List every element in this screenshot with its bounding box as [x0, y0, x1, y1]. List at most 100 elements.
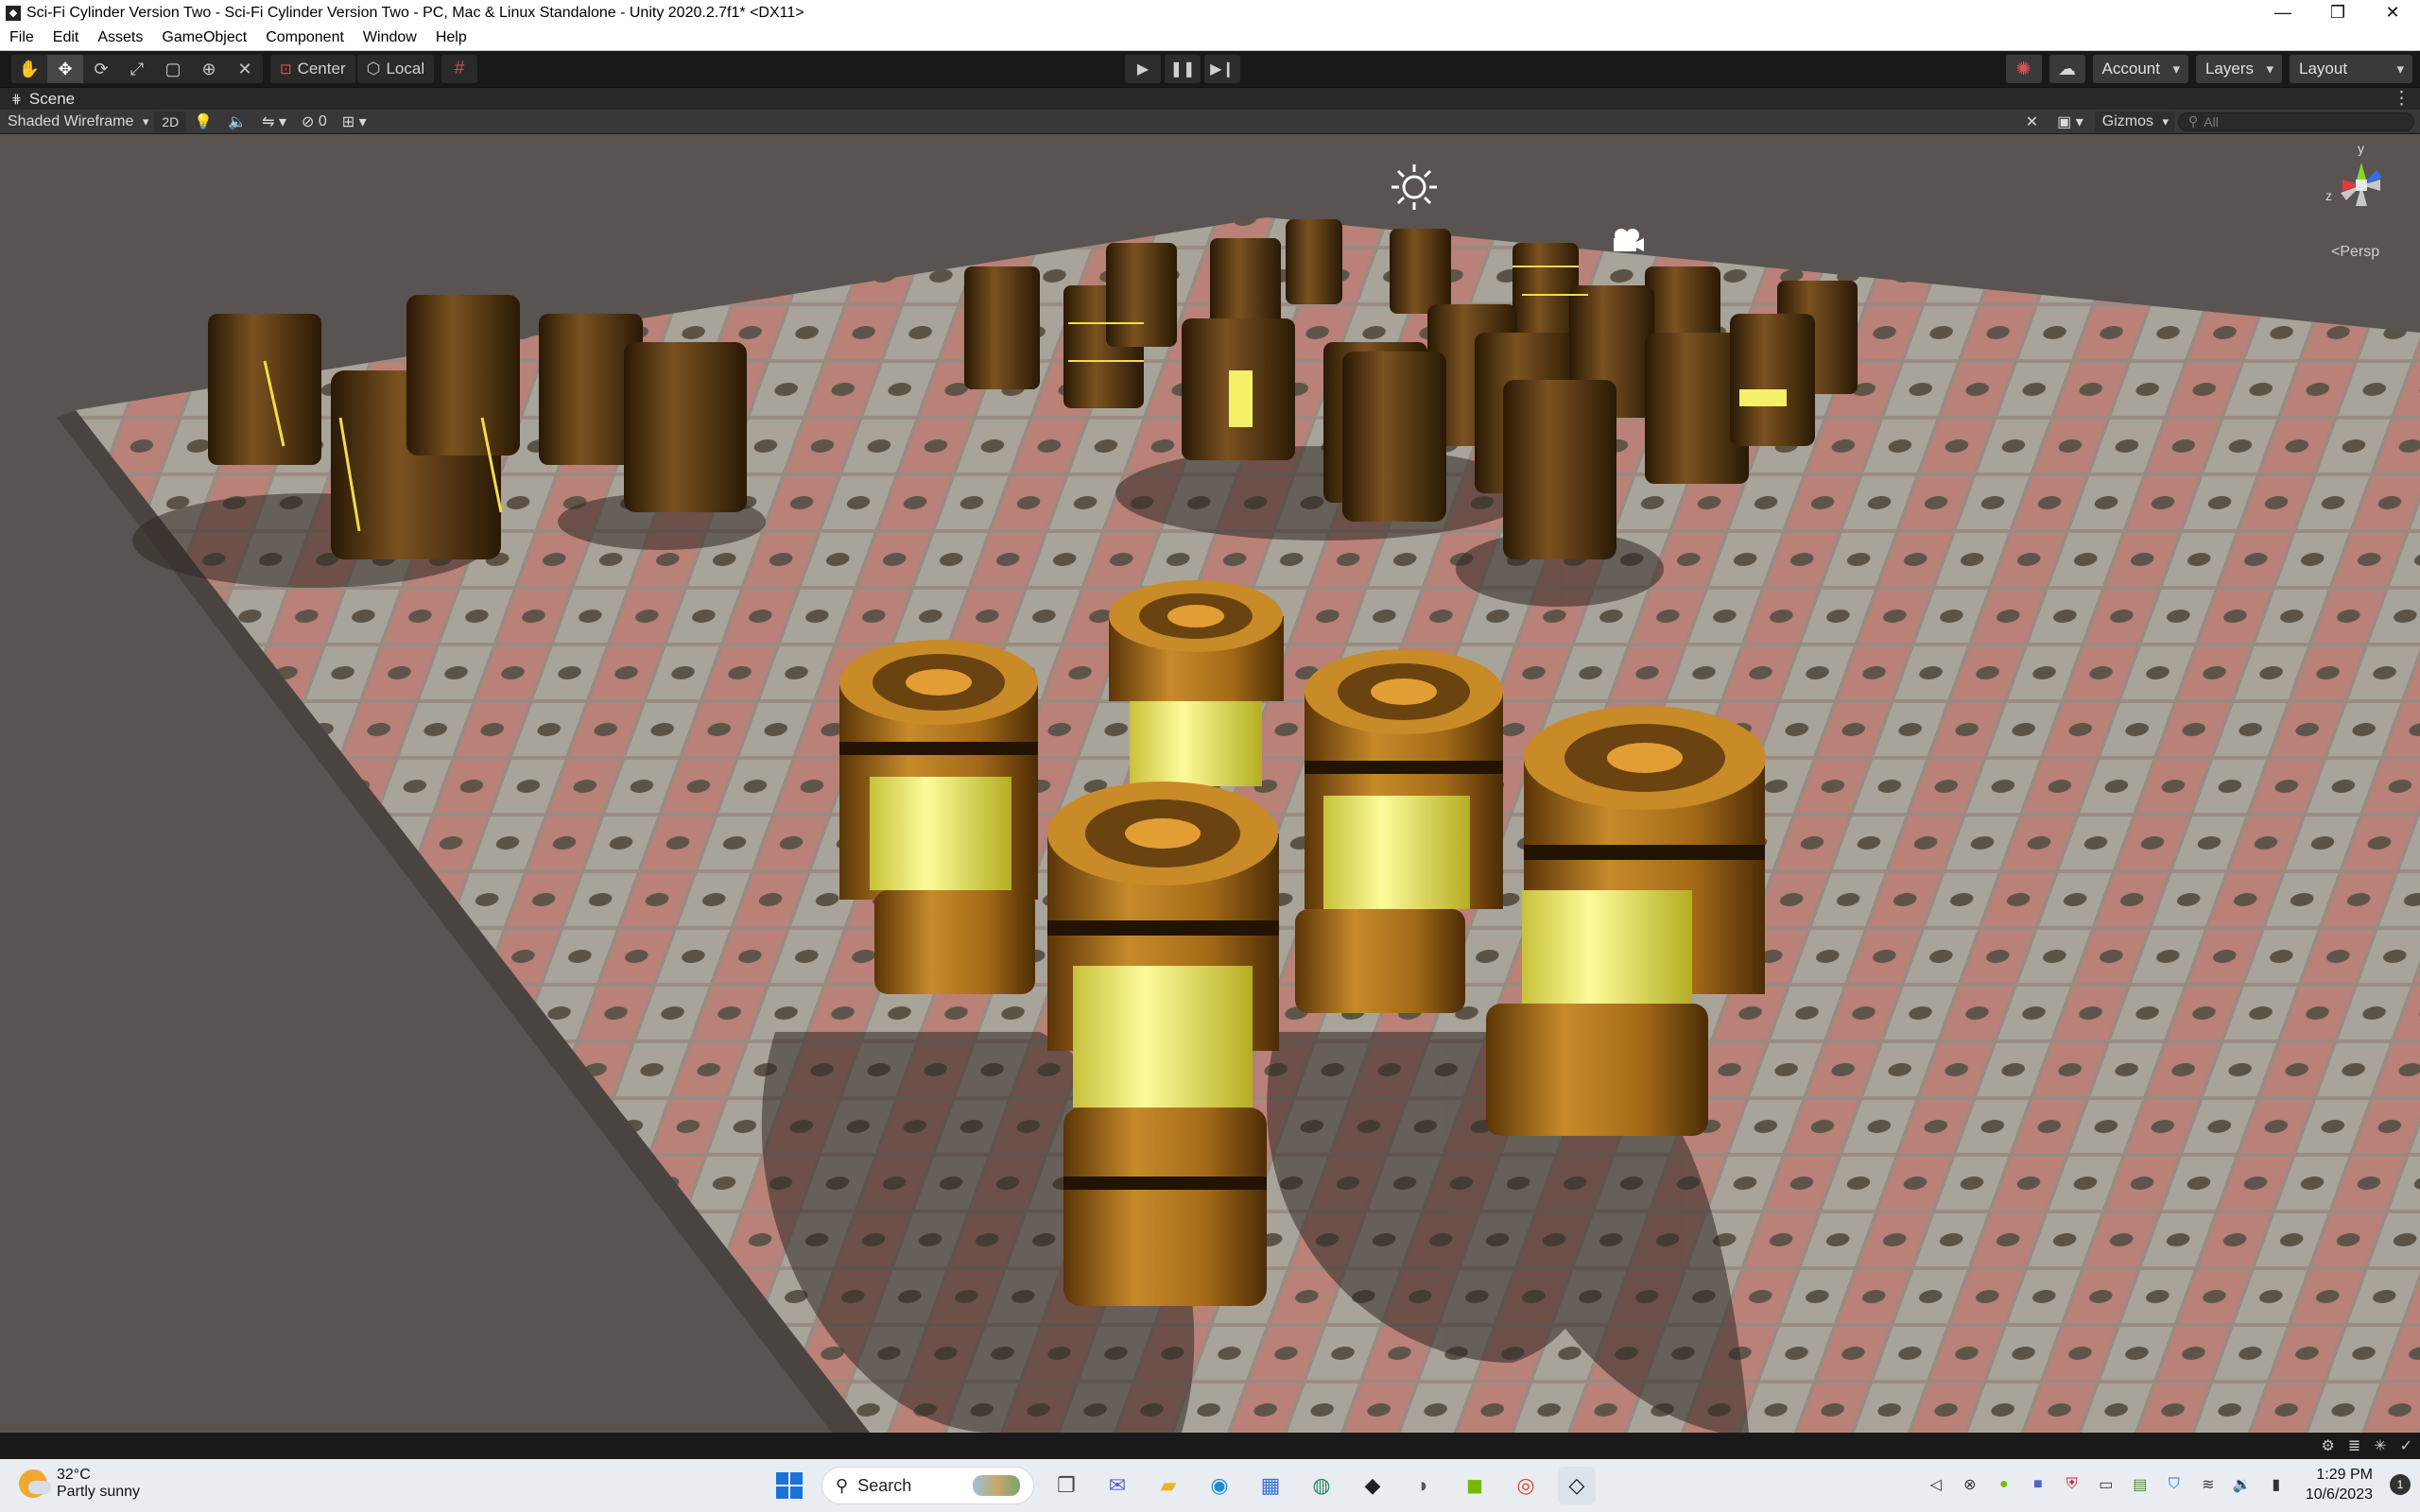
audio-toggle-icon[interactable]: 🔈 [220, 112, 254, 132]
pause-button[interactable]: ❚❚ [1165, 55, 1201, 83]
scene-grid-icon: ⋕ [11, 91, 22, 106]
layers-status-icon[interactable]: ≣ [2348, 1436, 2360, 1455]
close-button[interactable]: ✕ [2365, 0, 2420, 26]
transform-tool-icon[interactable]: ⊕ [191, 55, 227, 83]
partly-sunny-icon [19, 1469, 51, 1498]
menu-gameobject[interactable]: GameObject [152, 29, 256, 46]
scene-tab-bar: ⋕ Scene ⋮ [0, 87, 2420, 110]
persp-label: Persp [2340, 244, 2380, 260]
menu-bar: File Edit Assets GameObject Component Wi… [0, 26, 2420, 51]
local-icon: ⬡ [366, 60, 381, 77]
layout-dropdown[interactable]: Layout [2290, 55, 2412, 83]
photos-app-icon[interactable]: ◍ [1303, 1467, 1340, 1504]
hand-tool-icon[interactable]: ✋ [11, 55, 47, 83]
app-icon-dark[interactable]: ◗ [1405, 1467, 1443, 1504]
notification-badge[interactable]: 1 [2390, 1474, 2411, 1495]
defender-tray-icon[interactable]: ⛉ [2162, 1472, 2187, 1497]
menu-component[interactable]: Component [256, 29, 354, 46]
battery-icon[interactable]: ▮ [2264, 1472, 2289, 1497]
play-button[interactable]: ▶ [1125, 55, 1161, 83]
2d-toggle-button[interactable]: 2D [154, 111, 187, 132]
scene-tab-label: Scene [28, 89, 76, 108]
nvidia-icon[interactable]: ◼ [1456, 1467, 1494, 1504]
teams-chat-icon[interactable]: ✉ [1098, 1467, 1136, 1504]
scale-tool-icon[interactable]: ⤢ [119, 55, 155, 83]
hidden-objects-toggle[interactable]: ⊘ 0 [294, 112, 335, 132]
search-placeholder: All [2204, 113, 2219, 129]
minimize-button[interactable]: — [2256, 0, 2310, 26]
lighting-toggle-icon[interactable]: 💡 [186, 112, 220, 132]
app-icon-white[interactable]: ◆ [1354, 1467, 1392, 1504]
taskbar-search[interactable]: ⚲ Search [821, 1467, 1034, 1504]
unity-taskbar-icon[interactable]: ◇ [1558, 1467, 1596, 1504]
window-title: Sci-Fi Cylinder Version Two - Sci-Fi Cyl… [26, 4, 804, 21]
eye-slash-icon: ⊘ [302, 113, 315, 130]
account-dropdown[interactable]: Account [2092, 55, 2188, 83]
pivot-center-button[interactable]: ⊡ Center [270, 55, 355, 83]
pivot-center-label: Center [297, 60, 346, 77]
shading-mode-dropdown[interactable]: Shaded Wireframe [0, 112, 154, 132]
gizmos-dropdown[interactable]: Gizmos [2094, 111, 2174, 132]
rect-tool-icon[interactable]: ▢ [155, 55, 191, 83]
edge-browser-icon[interactable]: ◉ [1201, 1467, 1238, 1504]
menu-file[interactable]: File [0, 29, 43, 46]
rotate-tool-icon[interactable]: ⟳ [83, 55, 119, 83]
clock-date: 10/6/2023 [2305, 1486, 2373, 1503]
menu-help[interactable]: Help [426, 29, 476, 46]
nvidia-tray-icon[interactable]: ● [1992, 1472, 2016, 1497]
move-tool-icon[interactable]: ✥ [47, 55, 83, 83]
check-icon[interactable]: ✓ [2400, 1436, 2412, 1455]
camera-dropdown-icon[interactable]: ▣ ▾ [2049, 112, 2091, 132]
bug-icon[interactable]: ⚙ [2321, 1436, 2334, 1455]
file-explorer-icon[interactable]: ▰ [1150, 1467, 1187, 1504]
microsoft-store-icon[interactable]: ▦ [1252, 1467, 1289, 1504]
search-highlight-icon [973, 1475, 1020, 1496]
step-button[interactable]: ▶❙ [1204, 55, 1240, 83]
pivot-local-button[interactable]: ⬡ Local [356, 55, 435, 83]
unity-logo-icon: ◆ [6, 5, 21, 21]
clock[interactable]: 1:29 PM 10/6/2023 [2298, 1465, 2380, 1504]
menu-window[interactable]: Window [354, 29, 426, 46]
collab-icon[interactable]: ✺ [2005, 55, 2042, 83]
start-button-icon[interactable] [770, 1467, 808, 1504]
mcafee-tray-icon[interactable]: ⛨ [2060, 1472, 2084, 1497]
app-tray-icon[interactable]: ▤ [2128, 1472, 2152, 1497]
directional-light-icon[interactable] [1390, 163, 1439, 212]
tab-menu-icon[interactable]: ⋮ [2393, 88, 2411, 110]
grid-dropdown-icon[interactable]: ⊞ ▾ [335, 112, 374, 132]
scene-viewport[interactable]: y z <Persp [0, 134, 2420, 1433]
wifi-icon[interactable]: ≋ [2196, 1472, 2221, 1497]
volume-icon[interactable]: 🔉 [2230, 1472, 2255, 1497]
tools-icon[interactable]: ✕ [2018, 112, 2046, 132]
window-titlebar: ◆ Sci-Fi Cylinder Version Two - Sci-Fi C… [0, 0, 2420, 26]
xbox-tray-icon[interactable]: ⊗ [1958, 1472, 1982, 1497]
drive-tray-icon[interactable]: ▭ [2094, 1472, 2118, 1497]
search-icon: ⚲ [2188, 113, 2199, 129]
main-toolbar: ✋ ✥ ⟳ ⤢ ▢ ⊕ ✕ ⊡ Center ⬡ Local # ▶ ❚❚ ▶❙… [0, 51, 2420, 87]
persp-arrow-icon: < [2331, 244, 2341, 260]
teams-tray-icon[interactable]: ■ [2026, 1472, 2050, 1497]
menu-edit[interactable]: Edit [43, 29, 89, 46]
camera-gizmo-icon[interactable] [1610, 227, 1644, 255]
windows-taskbar: 32°C Partly sunny ⚲ Search ❐ ✉ ▰ ◉ ▦ ◍ ◆… [0, 1459, 2420, 1512]
cloud-icon[interactable]: ☁ [2048, 55, 2085, 83]
menu-assets[interactable]: Assets [88, 29, 152, 46]
hidden-count: 0 [318, 112, 327, 129]
scene-search-input[interactable]: ⚲ All [2178, 112, 2414, 131]
task-view-icon[interactable]: ❐ [1047, 1467, 1085, 1504]
transform-tools: ✋ ✥ ⟳ ⤢ ▢ ⊕ ✕ [11, 55, 263, 83]
weather-widget[interactable]: 32°C Partly sunny [19, 1467, 140, 1501]
restore-button[interactable]: ❒ [2310, 0, 2365, 26]
scene-orientation-gizmo[interactable]: y z <Persp [2314, 138, 2409, 261]
unity-hub-tray-icon[interactable]: ◁ [1924, 1472, 1948, 1497]
effects-dropdown-icon[interactable]: ⇋ ▾ [254, 112, 294, 132]
scene-tab[interactable]: ⋕ Scene [0, 90, 75, 109]
custom-tool-icon[interactable]: ✕ [227, 55, 263, 83]
chrome-browser-icon[interactable]: ◎ [1507, 1467, 1545, 1504]
grid-snap-icon[interactable]: # [441, 55, 478, 83]
lighting-status-icon[interactable]: ✳ [2374, 1436, 2386, 1455]
perspective-toggle[interactable]: <Persp [2331, 244, 2379, 261]
taskbar-search-label: Search [857, 1475, 912, 1495]
search-icon: ⚲ [836, 1475, 849, 1495]
layers-dropdown[interactable]: Layers [2195, 55, 2282, 83]
